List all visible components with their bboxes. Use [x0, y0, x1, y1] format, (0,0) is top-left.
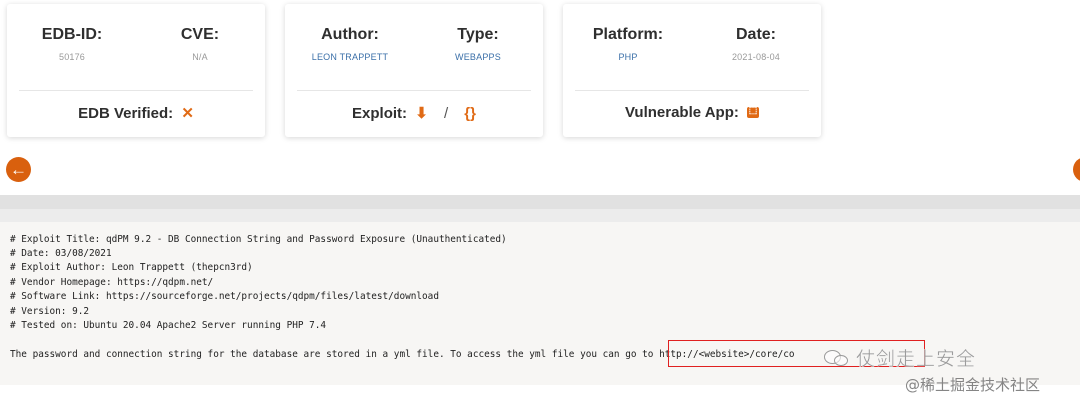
separator-band-light — [0, 209, 1080, 222]
code-line: # Software Link: https://sourceforge.net… — [10, 291, 439, 302]
arrow-left-icon: ← — [10, 160, 27, 179]
platform-label: Platform: — [592, 26, 664, 43]
next-exploit-button[interactable]: → — [1073, 157, 1080, 182]
type-link[interactable]: WEBAPPS — [413, 52, 543, 62]
vulnerable-app-row: Vulnerable App: ⬚ — [563, 104, 821, 121]
card-divider — [19, 90, 253, 91]
card-divider — [575, 90, 809, 91]
not-verified-icon: ✕ — [181, 105, 194, 122]
author-link[interactable]: LEON TRAPPETT — [285, 52, 415, 62]
cve-value: N/A — [192, 52, 208, 62]
code-line: # Date: 03/08/2021 — [10, 248, 112, 259]
vulnerable-app-icon-glyph: ⬚ — [748, 105, 758, 115]
edb-verified-row: EDB Verified: ✕ — [7, 104, 265, 122]
separator-band — [0, 195, 1080, 209]
edb-verified-label: EDB Verified: — [78, 105, 174, 122]
edb-id-value: 50176 — [58, 52, 86, 62]
exploit-separator: / — [443, 105, 449, 122]
card-divider — [297, 90, 531, 91]
date-column: Date: 2021-08-04 — [691, 26, 821, 62]
author-label: Author: — [321, 26, 379, 43]
exploit-label: Exploit: — [352, 105, 408, 122]
code-line: # Vendor Homepage: https://qdpm.net/ — [10, 277, 214, 288]
edb-id-column: EDB-ID: 50176 — [7, 26, 137, 62]
view-raw-code-icon[interactable]: {} — [464, 105, 476, 122]
previous-exploit-button[interactable]: ← — [6, 157, 31, 182]
platform-column: Platform: PHP — [563, 26, 693, 62]
code-line: # Tested on: Ubuntu 20.04 Apache2 Server… — [10, 320, 327, 331]
author-column: Author: LEON TRAPPETT — [285, 26, 415, 62]
card-edb-info: EDB-ID: 50176 CVE: N/A EDB Verified: ✕ — [7, 4, 265, 137]
watermark-text: 仗剑走上安全 — [856, 348, 977, 370]
info-cards-section: EDB-ID: 50176 CVE: N/A EDB Verified: ✕ A… — [0, 0, 1080, 150]
date-label: Date: — [735, 26, 776, 43]
date-value: 2021-08-04 — [731, 52, 781, 62]
vulnerable-app-label: Vulnerable App: — [624, 104, 739, 121]
type-label: Type: — [457, 26, 499, 43]
wechat-watermark: 仗剑走上安全 — [824, 344, 976, 371]
download-icon[interactable]: ⬇ — [415, 105, 428, 122]
type-column: Type: WEBAPPS — [413, 26, 543, 62]
code-line: # Exploit Title: qdPM 9.2 - DB Connectio… — [10, 234, 507, 245]
card-platform-info: Platform: PHP Date: 2021-08-04 Vulnerabl… — [563, 4, 821, 137]
edb-id-label: EDB-ID: — [41, 26, 103, 43]
juejin-watermark: @稀土掘金技术社区 — [905, 376, 1041, 394]
cve-column: CVE: N/A — [135, 26, 265, 62]
code-line: # Exploit Author: Leon Trappett (thepcn3… — [10, 262, 253, 273]
wechat-logo-icon — [824, 348, 850, 368]
exploit-row: Exploit: ⬇ / {} — [285, 104, 543, 122]
code-line: # Version: 9.2 — [10, 306, 90, 317]
vulnerable-app-download-icon[interactable]: ⬚ — [747, 105, 760, 118]
platform-link[interactable]: PHP — [563, 52, 693, 62]
card-author-info: Author: LEON TRAPPETT Type: WEBAPPS Expl… — [285, 4, 543, 137]
cve-label: CVE: — [180, 26, 220, 43]
